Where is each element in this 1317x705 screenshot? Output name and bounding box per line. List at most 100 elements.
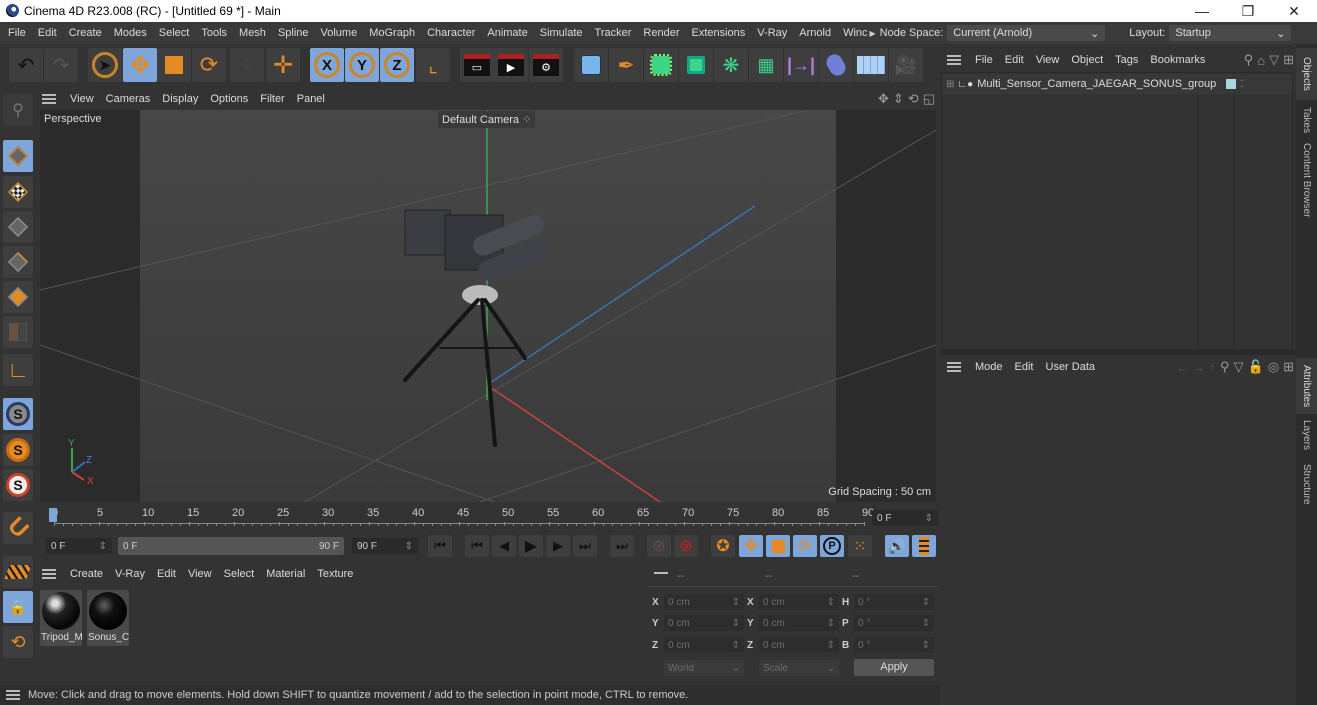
go-to-end-button[interactable]: ⏭ (610, 535, 634, 557)
material-menu-texture[interactable]: Texture (311, 568, 359, 580)
material-menu-material[interactable]: Material (260, 568, 311, 580)
menu-tracker[interactable]: Tracker (589, 27, 638, 39)
select-tool-button[interactable]: ➤ (88, 48, 122, 82)
viewport-orbit-icon[interactable]: ⟲ (908, 91, 919, 107)
menu-mesh[interactable]: Mesh (233, 27, 272, 39)
maximize-button[interactable]: ❐ (1225, 0, 1271, 22)
deformer-button[interactable]: |→| (784, 48, 818, 82)
viewport-menu-cameras[interactable]: Cameras (100, 93, 157, 105)
coordinate-mode-dropdown[interactable]: Scale ⌄ (759, 660, 839, 676)
subdivision-surface-button[interactable] (644, 48, 678, 82)
material-menu-edit[interactable]: Edit (151, 568, 182, 580)
lock-workplane-button[interactable]: 🔒 (3, 591, 33, 623)
node-space-dropdown[interactable]: Current (Arnold) ⌄ (947, 25, 1106, 41)
previous-frame-button[interactable]: ◀ (492, 535, 516, 557)
size-x-field[interactable]: 0 cm ⇕ (759, 594, 839, 610)
attribute-menu-icon[interactable] (947, 362, 961, 372)
size-z-field[interactable]: 0 cm ⇕ (759, 637, 839, 653)
menu-window[interactable]: Winc (837, 27, 869, 39)
tab-objects[interactable]: Objects (1296, 48, 1317, 100)
key-pla-button[interactable]: ⁙ (848, 535, 872, 557)
object-menu-view[interactable]: View (1030, 54, 1066, 66)
search-icon[interactable]: ⚲ (1244, 52, 1254, 68)
autokey-button[interactable]: ⊚ (674, 535, 698, 557)
material-menu-view[interactable]: View (182, 568, 218, 580)
snap-button[interactable]: S (3, 398, 33, 430)
make-editable-button[interactable]: ⚲ (3, 94, 33, 126)
material-menu-create[interactable]: Create (64, 568, 109, 580)
minimize-button[interactable]: — (1179, 0, 1225, 22)
spinner-icon[interactable]: ⇕ (405, 541, 413, 552)
new-panel-icon[interactable]: ⊞ (1283, 52, 1294, 68)
viewport-menu-options[interactable]: Options (204, 93, 254, 105)
menu-file[interactable]: File (2, 27, 32, 39)
add-tool-button[interactable]: ✛ (266, 48, 300, 82)
3d-viewport[interactable]: Y Z X Perspective Default Camera ⁘ Grid … (40, 110, 936, 502)
visibility-dots-icon[interactable]: ⁚ (1240, 79, 1243, 90)
z-axis-button[interactable]: Z (380, 48, 414, 82)
key-scale-button[interactable] (766, 535, 790, 557)
spinner-icon[interactable]: ⇕ (922, 640, 930, 651)
material-menu-select[interactable]: Select (218, 568, 261, 580)
expand-icon[interactable]: ⊞ (946, 79, 954, 90)
layer-color-swatch[interactable] (1226, 79, 1237, 89)
viewport-camera-label[interactable]: Default Camera ⁘ (438, 111, 536, 128)
material-menu-icon[interactable] (42, 569, 56, 579)
menu-overflow-arrow-icon[interactable]: ▶ (870, 29, 876, 38)
rot-b-field[interactable]: 0 ° ⇕ (854, 637, 934, 653)
previous-key-button[interactable]: ⏮ (465, 535, 489, 557)
floor-button[interactable] (854, 48, 888, 82)
viewport-menu-icon[interactable] (42, 93, 56, 104)
menu-edit[interactable]: Edit (32, 27, 63, 39)
model-mode-button[interactable] (3, 140, 33, 172)
timeline-playhead[interactable] (49, 508, 57, 522)
y-axis-button[interactable]: Y (345, 48, 379, 82)
scale-tool-button[interactable] (157, 48, 191, 82)
tab-takes[interactable]: Takes (1296, 100, 1317, 140)
x-axis-button[interactable]: X (310, 48, 344, 82)
search-icon[interactable]: ⚲ (1220, 359, 1230, 375)
end-frame-field[interactable]: 90 F ⇕ (352, 538, 418, 554)
redo-button[interactable]: ↷ (44, 48, 78, 82)
key-parameter-button[interactable]: P (820, 535, 844, 557)
menu-tools[interactable]: Tools (195, 27, 233, 39)
sound-button[interactable]: 🔊 (885, 535, 909, 557)
lock-icon[interactable]: 🔓 (1248, 359, 1264, 375)
film-strip-button[interactable] (912, 535, 936, 557)
spinner-icon[interactable]: ⇕ (99, 541, 107, 552)
up-arrow-icon[interactable]: ↑ (1210, 360, 1217, 375)
play-button[interactable]: ▶ (519, 535, 543, 557)
menu-animate[interactable]: Animate (481, 27, 533, 39)
object-menu-icon[interactable] (947, 55, 961, 65)
extrude-button[interactable] (679, 48, 713, 82)
size-y-field[interactable]: 0 cm ⇕ (759, 615, 839, 631)
object-row[interactable]: ⊞ ∟● Multi_Sensor_Camera_JAEGAR_SONUS_gr… (942, 74, 1292, 94)
pen-button[interactable]: ✒ (609, 48, 643, 82)
tab-attributes[interactable]: Attributes (1296, 358, 1317, 414)
current-frame-field[interactable]: 0 F ⇕ (872, 510, 938, 526)
render-view-button[interactable]: ▭ (460, 48, 494, 82)
menu-modes[interactable]: Modes (108, 27, 153, 39)
attribute-menu-mode[interactable]: Mode (969, 361, 1009, 373)
spinner-icon[interactable]: ⇕ (925, 513, 933, 524)
spinner-icon[interactable]: ⇕ (827, 597, 835, 608)
attribute-menu-edit[interactable]: Edit (1009, 361, 1040, 373)
points-mode-button[interactable] (3, 211, 33, 243)
menu-select[interactable]: Select (153, 27, 196, 39)
rotate-tool-button[interactable]: ⟳ (192, 48, 226, 82)
menu-character[interactable]: Character (421, 27, 481, 39)
start-frame-field[interactable]: 0 F ⇕ (46, 538, 112, 554)
viewport-dolly-icon[interactable]: ⇕ (893, 91, 904, 107)
spinner-icon[interactable]: ⇕ (827, 640, 835, 651)
menu-simulate[interactable]: Simulate (534, 27, 589, 39)
forward-arrow-icon[interactable]: → (1193, 360, 1206, 375)
rot-h-field[interactable]: 0 ° ⇕ (854, 594, 934, 610)
material-menu-vray[interactable]: V-Ray (109, 568, 151, 580)
next-frame-button[interactable]: ▶ (546, 535, 570, 557)
spinner-icon[interactable]: ⇕ (732, 640, 740, 651)
edges-mode-button[interactable] (3, 246, 33, 278)
viewport-maximize-icon[interactable]: ◱ (923, 91, 935, 107)
close-button[interactable]: ✕ (1271, 0, 1317, 22)
attribute-menu-user-data[interactable]: User Data (1040, 361, 1102, 373)
key-rotation-button[interactable]: ⟳ (793, 535, 817, 557)
